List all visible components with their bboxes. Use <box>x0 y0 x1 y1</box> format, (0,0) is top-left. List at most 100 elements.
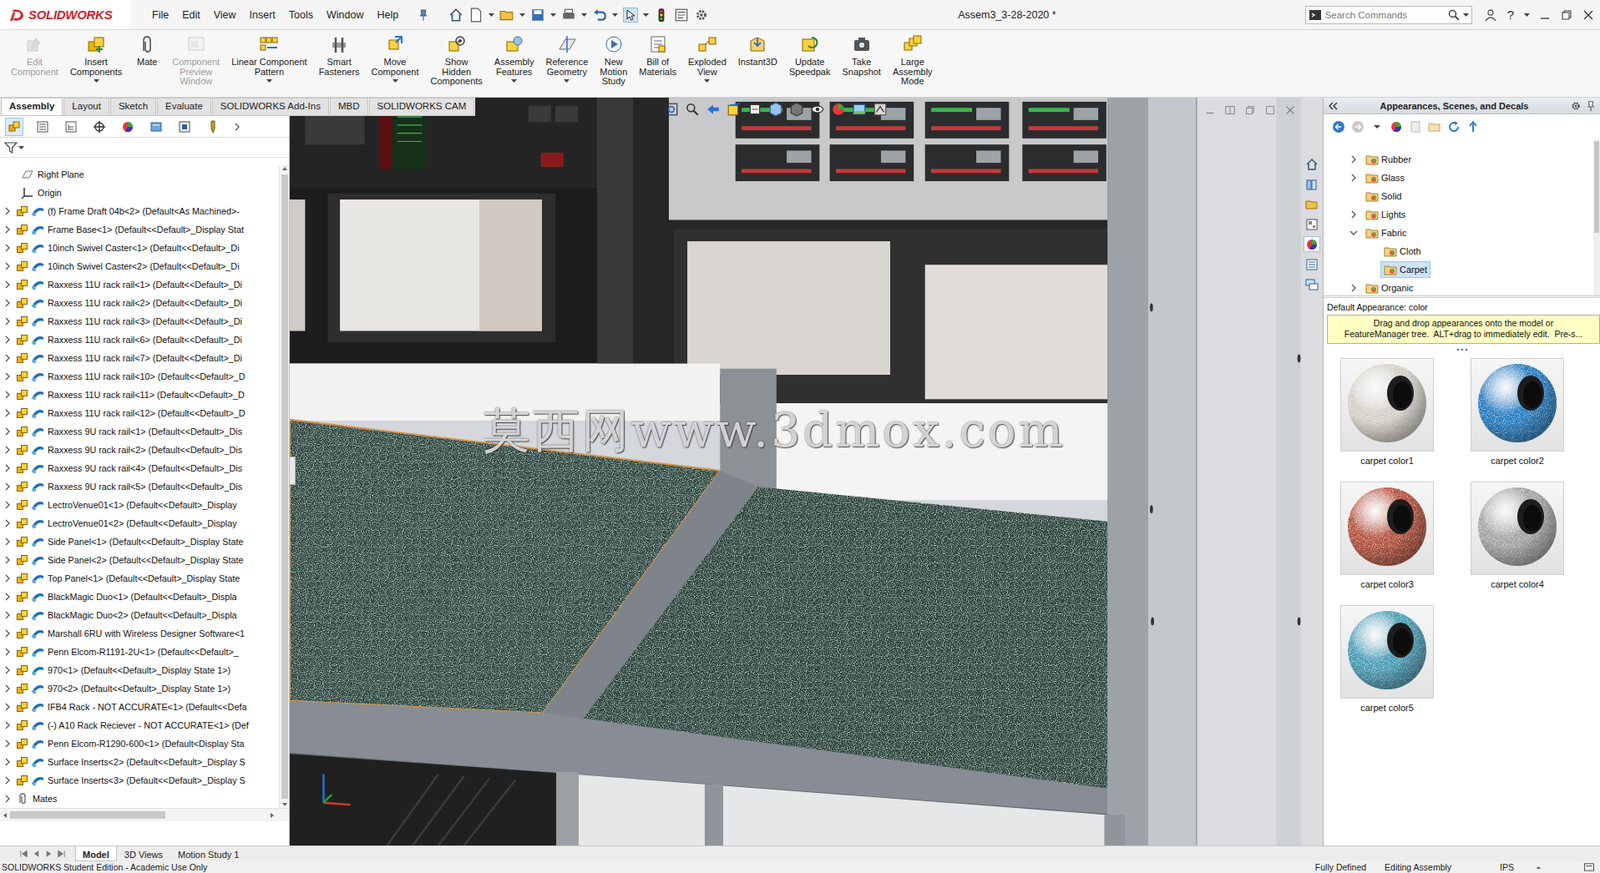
tree-item-label[interactable]: Top Panel<1> (Default<<Default>_Display … <box>47 573 240 584</box>
last-tab-icon[interactable] <box>55 848 67 861</box>
scroll-left-arrow-icon[interactable] <box>1 812 9 820</box>
expand-arrow-icon[interactable] <box>1348 283 1359 294</box>
search-commands-box[interactable] <box>1305 5 1473 25</box>
vertical-scrollbar[interactable] <box>1593 139 1600 296</box>
tree-item-label[interactable]: 10inch Swivel Caster<2> (Default<<Defaul… <box>47 261 240 272</box>
grip-dots-icon[interactable] <box>1456 348 1469 352</box>
scroll-up-arrow-icon[interactable] <box>281 165 289 173</box>
expand-arrow-icon[interactable] <box>1348 227 1359 238</box>
tree-item-label[interactable]: Raxxess 11U rack rail<11> (Default<<Defa… <box>47 389 245 400</box>
tree-item-label[interactable]: Frame Base<1> (Default<<Default>_Display… <box>47 224 244 235</box>
dropdown-caret-icon[interactable] <box>511 79 517 83</box>
file-properties-icon[interactable] <box>673 7 689 23</box>
tree-item-label[interactable]: 970<1> (Default<<Default>_Display State … <box>47 665 231 676</box>
dropdown-caret-icon[interactable] <box>581 13 588 17</box>
appearance-folder[interactable]: Organic <box>1323 278 1594 298</box>
tree-item-label[interactable]: Origin <box>37 187 62 198</box>
insert-components-icon[interactable] <box>86 34 107 55</box>
graphics-area[interactable]: 莫西网www.3dmox.com <box>289 97 1302 846</box>
panel-tab[interactable] <box>203 117 223 137</box>
folder-label[interactable]: Rubber <box>1381 154 1412 165</box>
hide-show-items-icon[interactable] <box>810 101 826 117</box>
scrollbar-thumb[interactable] <box>10 811 166 820</box>
folder-item[interactable]: Carpet <box>1380 261 1431 279</box>
tree-item-label[interactable]: Penn Elcom-R1290-600<1> (Default<Display… <box>47 739 245 750</box>
tree-item-label[interactable]: Surface Inserts<2> (Default<<Default>_Di… <box>47 757 246 768</box>
command-tab[interactable]: Layout <box>63 97 110 116</box>
command-tab[interactable]: Sketch <box>110 97 157 116</box>
tree-item[interactable]: Raxxess 9U rack rail<2> (Default<<Defaul… <box>0 440 279 460</box>
minimize-icon[interactable] <box>1204 104 1216 117</box>
collapse-panel-handle[interactable] <box>289 456 296 486</box>
cam-operation-tree-icon[interactable] <box>177 120 192 134</box>
smart-fasteners-icon[interactable] <box>329 34 350 55</box>
carpet-sphere-icon[interactable] <box>1475 361 1560 449</box>
tree-item-label[interactable]: Raxxess 9U rack rail<4> (Default<<Defaul… <box>47 463 243 474</box>
new-motion-study-button[interactable]: New Motion Study <box>593 32 633 87</box>
search-input[interactable] <box>1321 10 1448 21</box>
take-snapshot-icon[interactable] <box>851 34 872 55</box>
customize-status-icon[interactable] <box>1583 862 1595 873</box>
appearance-folder[interactable]: Glass <box>1323 168 1594 188</box>
tree-item[interactable]: 10inch Swivel Caster<1> (Default<<Defaul… <box>0 238 279 258</box>
expand-arrow-icon[interactable] <box>2 665 13 676</box>
ribbon-label[interactable]: Show Hidden Components <box>430 57 482 87</box>
command-tab[interactable]: Assembly <box>0 97 63 116</box>
tree-item[interactable]: Raxxess 9U rack rail<4> (Default<<Defaul… <box>0 459 279 478</box>
insert-components-button[interactable]: Insert Components <box>64 32 128 83</box>
scroll-down-arrow-icon[interactable] <box>281 801 289 809</box>
zoom-area-icon[interactable] <box>684 101 700 117</box>
history-caret-icon[interactable] <box>1370 120 1384 134</box>
folder-label[interactable]: Organic <box>1381 283 1414 294</box>
task-pane-tab[interactable] <box>1303 256 1321 273</box>
panel-tab[interactable] <box>175 117 194 137</box>
dropdown-caret-icon[interactable] <box>18 146 25 150</box>
tree-item[interactable]: Raxxess 11U rack rail<10> (Default<<Defa… <box>0 367 279 386</box>
expand-arrow-icon[interactable] <box>2 702 13 713</box>
panel-tab[interactable] <box>61 117 81 137</box>
dropdown-caret-icon[interactable] <box>392 79 399 83</box>
tree-item[interactable]: Frame Base<1> (Default<<Default>_Display… <box>0 220 279 239</box>
folder-label[interactable]: Glass <box>1381 172 1405 183</box>
folder-label[interactable]: Lights <box>1381 209 1406 220</box>
tree-item-label[interactable]: Side Panel<2> (Default<<Default>_Display… <box>47 555 244 566</box>
tree-item-label[interactable]: Raxxess 9U rack rail<1> (Default<<Defaul… <box>47 426 243 437</box>
expand-arrow-icon[interactable] <box>1367 246 1378 257</box>
expand-arrow-icon[interactable] <box>2 683 13 694</box>
view-orientation-icon[interactable] <box>768 101 784 117</box>
tree-item-label[interactable]: (f) Frame Draft 04b<2> (Default<As Machi… <box>47 206 240 217</box>
swatch-label[interactable]: carpet color4 <box>1490 579 1545 590</box>
model-tab[interactable]: 3D Views <box>116 846 171 862</box>
expand-arrow-icon[interactable] <box>2 187 13 198</box>
exploded-view-button[interactable]: Exploded View <box>682 32 733 83</box>
tree-item-label[interactable]: Raxxess 11U rack rail<6> (Default<<Defau… <box>47 334 243 345</box>
forum-icon[interactable] <box>1305 278 1319 292</box>
update-speedpak-button[interactable]: Update Speedpak <box>783 32 837 77</box>
expand-arrow-icon[interactable] <box>2 334 13 345</box>
search-mode-icon[interactable] <box>1308 8 1322 22</box>
appearance-folder-icon[interactable] <box>1365 207 1379 222</box>
expand-arrow-icon[interactable] <box>2 169 13 180</box>
tree-item[interactable]: BlackMagic Duo<2> (Default<<Default>_Dis… <box>0 606 279 625</box>
task-pane-tab[interactable] <box>1303 236 1321 253</box>
panel-tab[interactable] <box>33 117 52 137</box>
unit-system[interactable]: IPS <box>1499 861 1514 873</box>
expand-arrow-icon[interactable] <box>2 573 13 584</box>
dropdown-caret-icon[interactable] <box>93 79 100 83</box>
solidworks-resources-home-icon[interactable] <box>1305 157 1319 172</box>
instant3d-icon[interactable] <box>747 34 768 55</box>
expand-arrow-icon[interactable] <box>2 481 13 492</box>
ribbon-label[interactable]: Mate <box>136 57 157 68</box>
linear-component-pattern-icon[interactable] <box>258 34 279 55</box>
assembly-model-render[interactable] <box>289 97 1302 846</box>
reference-geometry-button[interactable]: Reference Geometry <box>540 32 595 83</box>
expand-arrow-icon[interactable] <box>2 261 13 272</box>
panel-tab[interactable] <box>90 117 109 137</box>
dimxpertmanager-icon[interactable] <box>92 120 107 134</box>
tree-item[interactable]: LectroVenue01<2> (Default<<Default>_Disp… <box>0 514 279 533</box>
expand-arrow-icon[interactable] <box>1367 264 1378 275</box>
ribbon-label[interactable]: Assembly Features <box>494 57 535 77</box>
tree-item-label[interactable]: Raxxess 11U rack rail<12> (Default<<Defa… <box>47 408 246 419</box>
previous-view-icon[interactable] <box>705 101 721 117</box>
appearance-folder-icon[interactable] <box>1383 263 1398 277</box>
